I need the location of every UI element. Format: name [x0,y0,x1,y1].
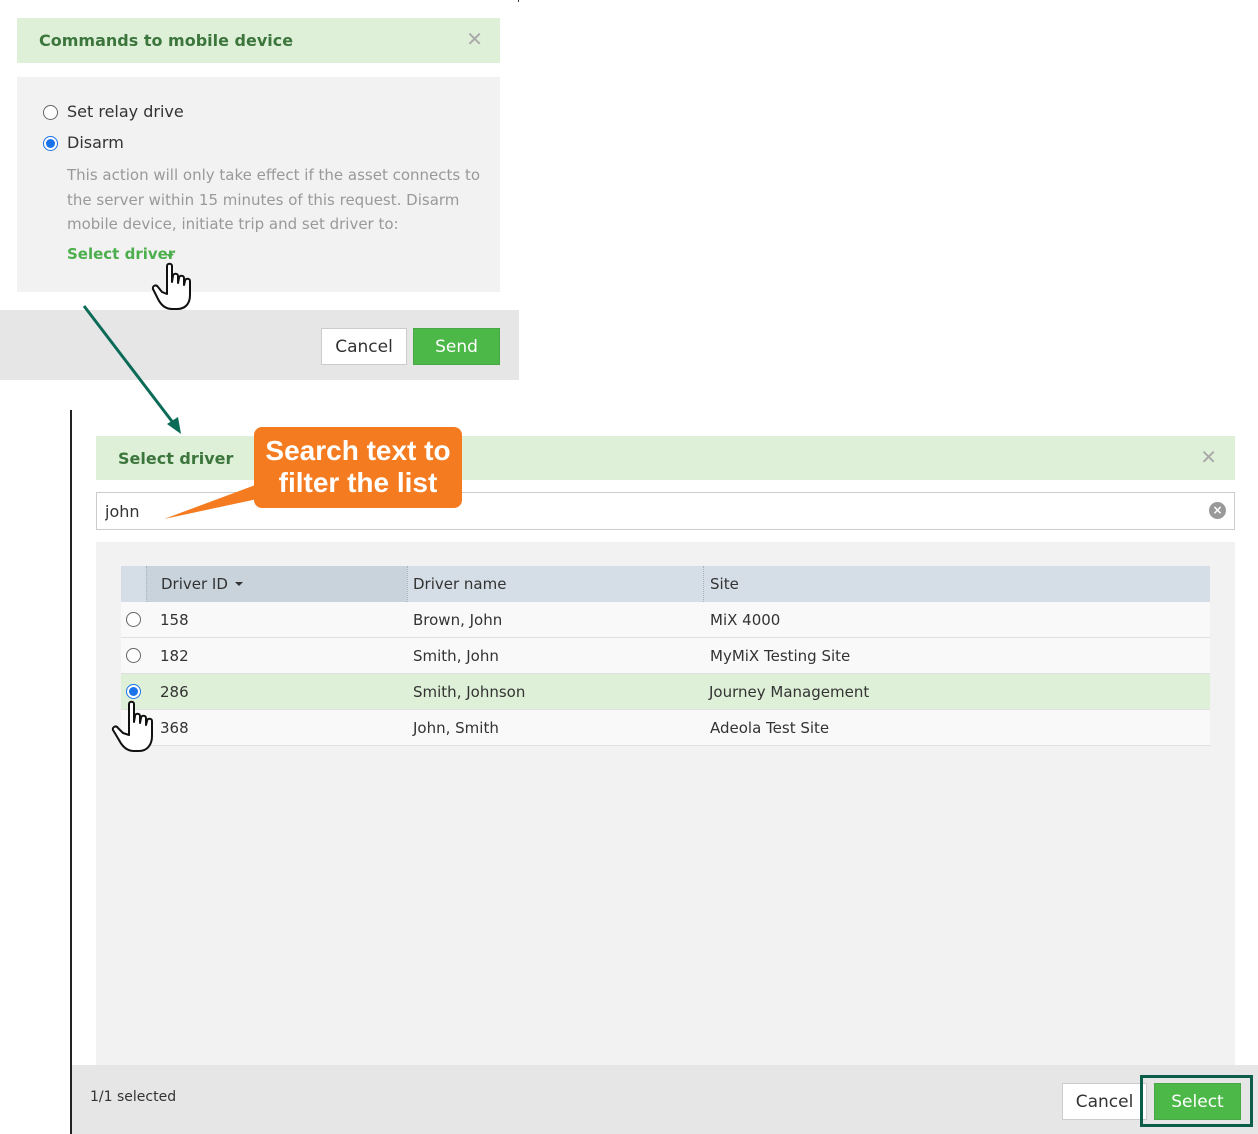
cancel-button[interactable]: Cancel [321,328,407,365]
driver-name-cell: Brown, John [413,611,503,629]
close-icon[interactable]: ✕ [466,29,483,49]
driver-id-cell: 368 [160,719,189,737]
close-icon[interactable]: ✕ [1200,447,1217,467]
column-separator [407,566,408,602]
column-header-site[interactable]: Site [710,575,739,593]
table-row[interactable]: 158 Brown, John MiX 4000 [121,602,1210,638]
column-separator [146,566,147,602]
dialog-border [518,0,519,2]
select-button-highlight [1140,1075,1253,1127]
search-callout: Search text to filter the list [254,427,462,508]
select-driver-dialog-footer: 1/1 selected Cancel Select [72,1065,1258,1134]
column-separator [703,566,704,602]
driver-name-cell: John, Smith [413,719,499,737]
table-row-selected[interactable]: 286 Smith, Johnson Journey Management [121,674,1210,710]
column-header-driver-name[interactable]: Driver name [413,575,506,593]
driver-grid-area: Driver ID Driver name Site 158 Brown, Jo… [96,542,1235,1065]
table-row[interactable]: 182 Smith, John MyMiX Testing Site [121,638,1210,674]
selected-count: 1/1 selected [90,1089,177,1105]
driver-table: Driver ID Driver name Site 158 Brown, Jo… [121,566,1210,746]
column-header-driver-id[interactable]: Driver ID [161,575,228,593]
row-select-radio[interactable] [126,648,141,663]
driver-name-cell: Smith, John [413,647,499,665]
send-button[interactable]: Send [413,328,500,365]
driver-id-cell: 286 [160,683,189,701]
site-cell: MyMiX Testing Site [710,647,851,665]
row-select-radio[interactable] [126,612,141,627]
cancel-button[interactable]: Cancel [1062,1083,1147,1120]
driver-id-cell: 158 [160,611,189,629]
driver-name-cell: Smith, Johnson [413,683,526,701]
clear-search-icon[interactable]: × [1209,502,1226,519]
table-row[interactable]: 368 John, Smith Adeola Test Site [121,710,1210,746]
table-header: Driver ID Driver name Site [121,566,1210,602]
site-cell: Adeola Test Site [710,719,830,737]
site-cell: Journey Management [709,683,870,701]
pointer-hand-icon [111,700,153,752]
row-select-radio[interactable] [126,684,141,699]
site-cell: MiX 4000 [710,611,781,629]
driver-id-cell: 182 [160,647,189,665]
sort-desc-icon[interactable] [235,582,243,586]
